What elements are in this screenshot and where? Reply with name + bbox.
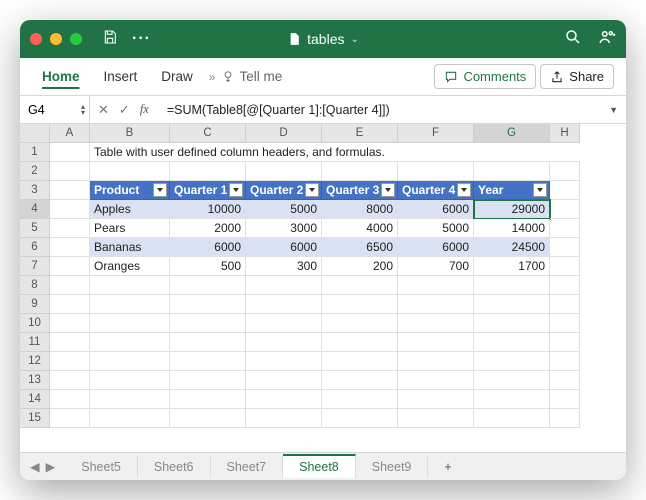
window-controls: [30, 33, 82, 45]
chevron-down-icon: ⌄: [350, 34, 358, 45]
cancel-formula-icon[interactable]: ✕: [98, 102, 109, 118]
sheet-tab[interactable]: Sheet9: [356, 456, 429, 478]
comments-button[interactable]: Comments: [434, 64, 536, 89]
sheet-tab[interactable]: Sheet5: [65, 456, 138, 478]
row-header-5[interactable]: 5: [20, 219, 50, 238]
more-button[interactable]: ···: [132, 30, 151, 48]
tell-me-search[interactable]: Tell me: [221, 69, 282, 84]
col-header-H[interactable]: H: [550, 124, 580, 143]
app-window: ··· tables ⌄ Home Insert Draw » Tell me …: [20, 20, 626, 480]
filter-icon[interactable]: [457, 183, 471, 197]
col-header-F[interactable]: F: [398, 124, 474, 143]
table-header-q1[interactable]: Quarter 1: [170, 181, 246, 200]
col-header-G[interactable]: G: [474, 124, 550, 143]
col-header-D[interactable]: D: [246, 124, 322, 143]
ribbon-overflow-icon[interactable]: »: [207, 70, 218, 84]
table-header-q3[interactable]: Quarter 3: [322, 181, 398, 200]
filter-icon[interactable]: [533, 183, 547, 197]
formula-expand-icon[interactable]: ▼: [601, 105, 626, 115]
formula-bar: G4 ▴▾ ✕ ✓ fx =SUM(Table8[@[Quarter 1]:[Q…: [20, 96, 626, 124]
ribbon: Home Insert Draw » Tell me Comments Shar…: [20, 58, 626, 96]
row-header-1[interactable]: 1: [20, 143, 50, 162]
filter-icon[interactable]: [229, 183, 243, 197]
close-window-button[interactable]: [30, 33, 42, 45]
col-header-C[interactable]: C: [170, 124, 246, 143]
row-header-3[interactable]: 3: [20, 181, 50, 200]
row-header-7[interactable]: 7: [20, 257, 50, 276]
search-icon[interactable]: [564, 28, 582, 51]
filter-icon[interactable]: [381, 183, 395, 197]
sheet-tabstrip: ◀ ▶ Sheet5 Sheet6 Sheet7 Sheet8 Sheet9 +: [20, 452, 626, 480]
accept-formula-icon[interactable]: ✓: [119, 102, 130, 118]
share-people-icon[interactable]: [598, 28, 616, 51]
row-header-2[interactable]: 2: [20, 162, 50, 181]
table-header-q2[interactable]: Quarter 2: [246, 181, 322, 200]
cell-B1[interactable]: Table with user defined column headers, …: [90, 143, 580, 162]
tab-draw[interactable]: Draw: [151, 65, 203, 88]
titlebar: ··· tables ⌄: [20, 20, 626, 58]
row-header-6[interactable]: 6: [20, 238, 50, 257]
document-title[interactable]: tables ⌄: [287, 31, 359, 47]
formula-input[interactable]: =SUM(Table8[@[Quarter 1]:[Quarter 4]]): [163, 103, 601, 117]
filter-icon[interactable]: [305, 183, 319, 197]
sheet-tab[interactable]: Sheet6: [138, 456, 211, 478]
save-icon[interactable]: [102, 29, 118, 50]
select-all-corner[interactable]: [20, 124, 50, 143]
maximize-window-button[interactable]: [70, 33, 82, 45]
selected-cell[interactable]: 29000: [474, 200, 550, 219]
sheet-tab-active[interactable]: Sheet8: [283, 454, 356, 478]
namebox-stepper[interactable]: ▴▾: [81, 104, 85, 116]
tab-insert[interactable]: Insert: [94, 65, 148, 88]
share-button[interactable]: Share: [540, 64, 614, 89]
table-row[interactable]: Apples: [90, 200, 170, 219]
table-header-year[interactable]: Year: [474, 181, 550, 200]
table-header-q4[interactable]: Quarter 4: [398, 181, 474, 200]
sheet-nav-prev-icon[interactable]: ◀: [30, 459, 40, 474]
sheet-tab[interactable]: Sheet7: [211, 456, 284, 478]
spreadsheet-grid[interactable]: A B C D E F G H 1 Table with user define…: [20, 124, 626, 452]
col-header-B[interactable]: B: [90, 124, 170, 143]
title-text: tables: [307, 31, 344, 47]
row-header-4[interactable]: 4: [20, 200, 50, 219]
minimize-window-button[interactable]: [50, 33, 62, 45]
filter-icon[interactable]: [153, 183, 167, 197]
col-header-A[interactable]: A: [50, 124, 90, 143]
tab-home[interactable]: Home: [32, 65, 90, 88]
add-sheet-button[interactable]: +: [428, 456, 467, 478]
col-header-E[interactable]: E: [322, 124, 398, 143]
sheet-nav-next-icon[interactable]: ▶: [46, 459, 56, 474]
cell-A1[interactable]: [50, 143, 90, 162]
table-header-product[interactable]: Product: [90, 181, 170, 200]
name-box[interactable]: G4 ▴▾: [20, 96, 90, 123]
fx-icon[interactable]: fx: [140, 102, 155, 117]
